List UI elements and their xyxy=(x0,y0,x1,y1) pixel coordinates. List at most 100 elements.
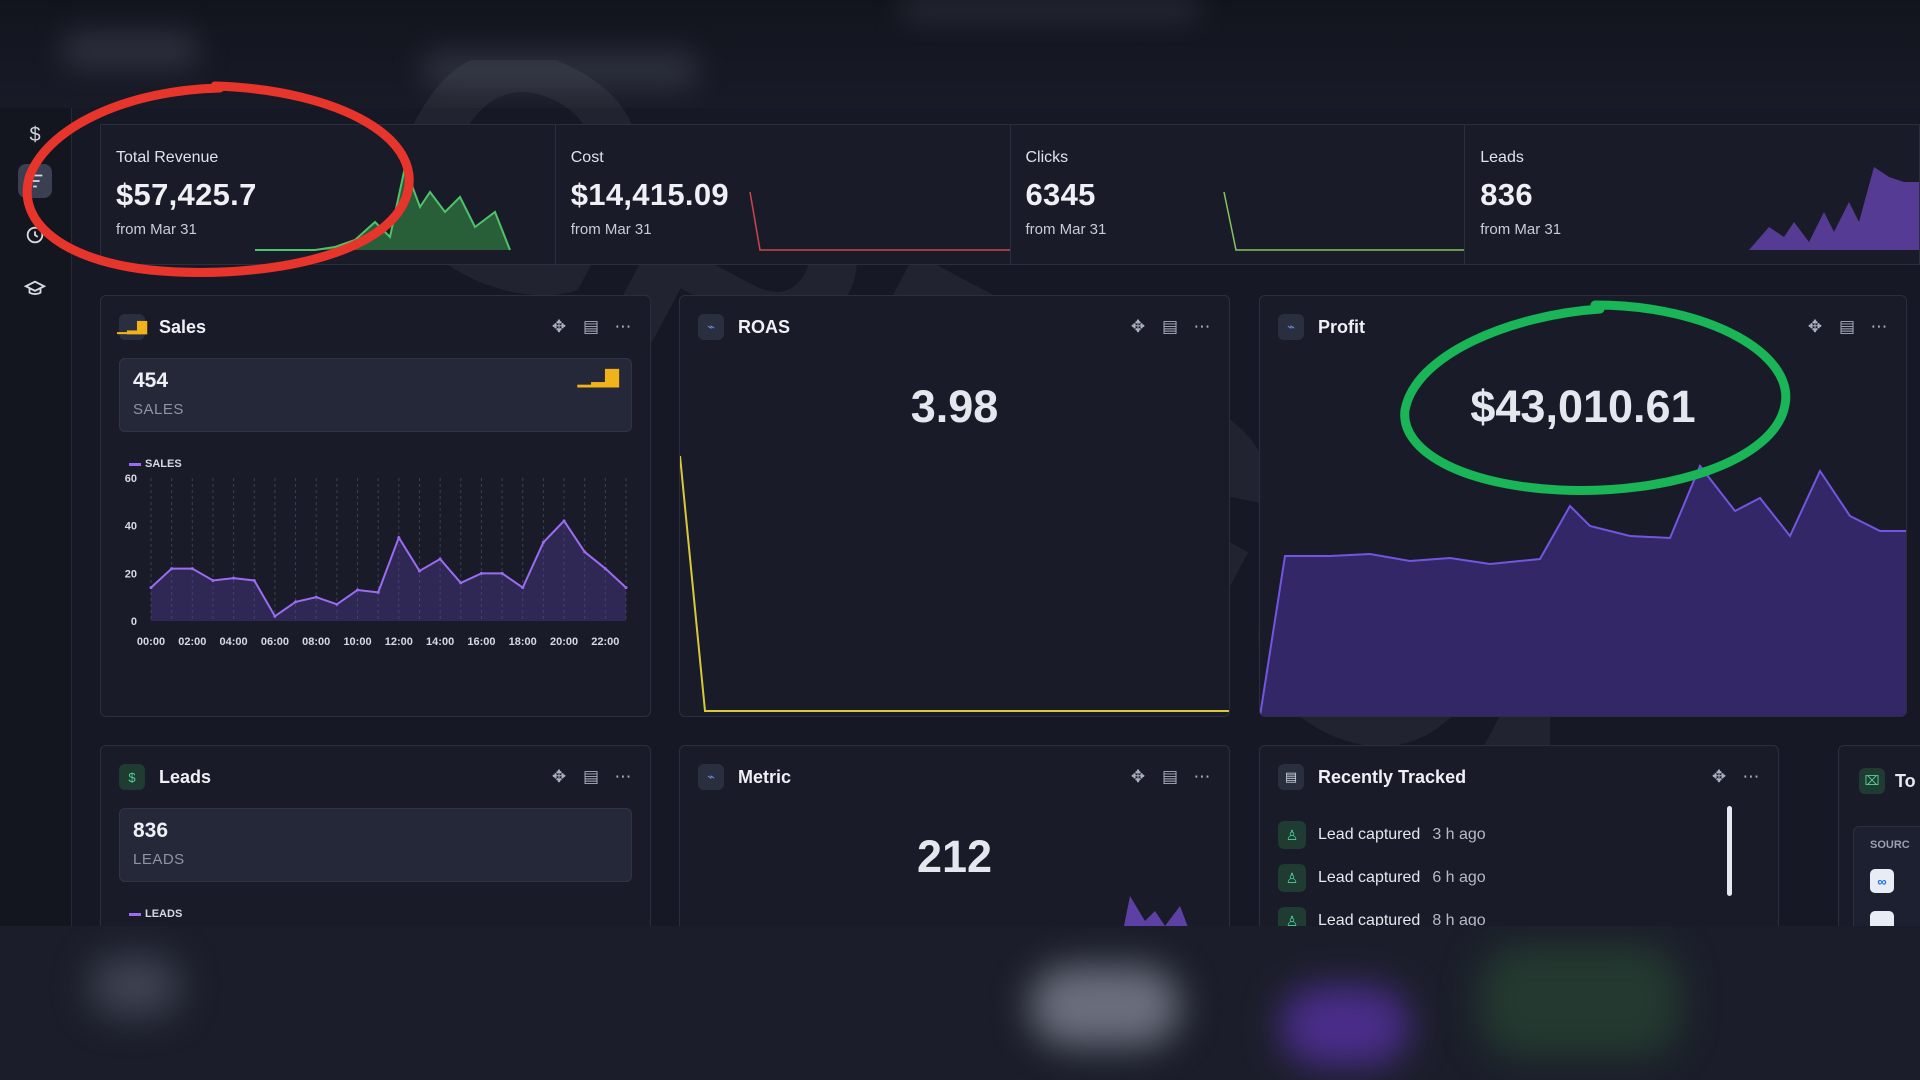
data-point xyxy=(624,586,628,590)
card-header: ▁▂▇ Sales ✥ ▤ ⋯ xyxy=(117,312,632,342)
data-point xyxy=(459,581,463,585)
roas-card: ⌁ ROAS ✥ ▤ ⋯ 3.98 xyxy=(679,295,1230,717)
document-icon[interactable]: ▤ xyxy=(582,767,600,787)
card-title: ROAS xyxy=(738,316,791,337)
move-icon[interactable]: ✥ xyxy=(1806,317,1824,337)
item-time: 6 h ago xyxy=(1432,869,1486,886)
document-icon[interactable]: ▤ xyxy=(582,317,600,337)
y-tick-label: 0 xyxy=(131,616,137,628)
data-point xyxy=(397,536,401,540)
data-point xyxy=(438,557,442,561)
sales-card: ▁▂▇ Sales ✥ ▤ ⋯ 454 SALES ▁▂▇ SALES 0 20 4… xyxy=(100,295,651,717)
list-item[interactable]: ♙ Lead captured 3 h ago xyxy=(1278,820,1486,850)
y-tick-label: 20 xyxy=(125,568,137,580)
x-tick-label: 02:00 xyxy=(178,636,206,648)
data-point xyxy=(417,569,421,573)
chart-legend: LEADS xyxy=(129,908,182,920)
blurred-footer xyxy=(0,926,1920,1080)
scrollbar[interactable] xyxy=(1727,806,1732,896)
x-tick-label: 12:00 xyxy=(385,636,413,648)
more-icon[interactable]: ⋯ xyxy=(1870,317,1888,337)
more-icon[interactable]: ⋯ xyxy=(1193,317,1211,337)
roas-value: 3.98 xyxy=(910,381,999,432)
metric-card: ⌁ Metric ✥ ▤ ⋯ 212 xyxy=(679,745,1230,945)
more-icon[interactable]: ⋯ xyxy=(614,317,632,337)
card-title: Sales xyxy=(159,316,207,337)
list-item[interactable]: ♙ Lead captured 6 h ago xyxy=(1278,863,1486,893)
data-point xyxy=(479,571,483,575)
item-time: 3 h ago xyxy=(1432,826,1486,843)
x-tick-label: 00:00 xyxy=(137,636,165,648)
data-point xyxy=(603,567,607,571)
leads-sparkline xyxy=(1749,167,1919,250)
bar-chart-icon: ▁▂▇ xyxy=(577,367,619,387)
stat-leads[interactable]: Leads 836 from Mar 31 xyxy=(1465,125,1920,264)
clicks-sparkline xyxy=(1223,191,1465,251)
data-point xyxy=(252,578,256,582)
blurred-nav xyxy=(900,0,1200,20)
data-point xyxy=(149,586,153,590)
data-point xyxy=(583,550,587,554)
move-icon[interactable]: ✥ xyxy=(550,767,568,787)
sales-line-chart: 0 20 40 60 00:00 02:00 04:00 06:00 08:00 10:00 12:… xyxy=(125,473,628,648)
card-title: Leads xyxy=(159,766,212,787)
data-point xyxy=(294,600,298,604)
chart-icon: ⌁ xyxy=(698,764,724,790)
move-icon[interactable]: ✥ xyxy=(550,317,568,337)
card-header: $ Leads ✥ ▤ ⋯ xyxy=(119,762,632,792)
chart-icon: ⌁ xyxy=(1278,314,1304,340)
data-point xyxy=(170,567,174,571)
more-icon[interactable]: ⋯ xyxy=(614,767,632,787)
metric-unit: SALES xyxy=(133,401,184,418)
blurred-element xyxy=(1030,966,1180,1046)
sales-area xyxy=(151,520,626,621)
leads-metric-box: 836 LEADS xyxy=(119,808,632,882)
leads-card: $ Leads ✥ ▤ ⋯ 836 LEADS LEADS xyxy=(100,745,651,945)
x-tick-label: 04:00 xyxy=(220,636,248,648)
card-header: ⌁ Metric ✥ ▤ ⋯ xyxy=(698,762,1211,792)
document-icon[interactable]: ▤ xyxy=(1838,317,1856,337)
data-point xyxy=(562,519,566,523)
blurred-title xyxy=(420,50,700,90)
move-icon[interactable]: ✥ xyxy=(1129,317,1147,337)
card-title: To xyxy=(1895,770,1916,791)
blurred-element xyxy=(1280,986,1410,1066)
stat-clicks[interactable]: Clicks 6345 from Mar 31 xyxy=(1011,125,1466,264)
x-tick-label: 06:00 xyxy=(261,636,289,648)
data-point xyxy=(211,578,215,582)
list-icon: ▤ xyxy=(1278,764,1304,790)
data-point xyxy=(541,540,545,544)
more-icon[interactable]: ⋯ xyxy=(1742,767,1760,787)
card-header: ⌁ ROAS ✥ ▤ ⋯ xyxy=(698,312,1211,342)
more-icon[interactable]: ⋯ xyxy=(1193,767,1211,787)
legend-label: LEADS xyxy=(145,908,183,920)
data-point xyxy=(376,590,380,594)
metric-unit: LEADS xyxy=(133,851,185,868)
data-point xyxy=(232,576,236,580)
y-tick-label: 40 xyxy=(125,521,137,533)
cost-sparkline xyxy=(748,191,1010,251)
move-icon[interactable]: ✥ xyxy=(1710,767,1728,787)
meta-logo-icon: ∞ xyxy=(1870,869,1894,893)
sales-metric-box: 454 SALES ▁▂▇ xyxy=(119,358,632,432)
data-point xyxy=(273,614,277,618)
card-title: Recently Tracked xyxy=(1318,766,1467,787)
document-icon[interactable]: ▤ xyxy=(1161,767,1179,787)
column-header: SOURC xyxy=(1870,839,1910,851)
x-tick-label: 16:00 xyxy=(467,636,495,648)
data-point xyxy=(314,595,318,599)
chart-icon: ⌁ xyxy=(698,314,724,340)
card-title: Metric xyxy=(738,766,792,787)
roas-line xyxy=(680,455,1229,712)
green-highlight-circle xyxy=(1400,300,1791,495)
y-tick-label: 60 xyxy=(125,473,137,485)
dollar-badge-icon: $ xyxy=(119,764,145,790)
presentation-icon: ⌧ xyxy=(1859,768,1885,794)
data-point xyxy=(356,588,360,592)
stat-cost[interactable]: Cost $14,415.09 from Mar 31 xyxy=(556,125,1011,264)
data-point xyxy=(335,602,339,606)
document-icon[interactable]: ▤ xyxy=(1161,317,1179,337)
item-text: Lead captured xyxy=(1318,869,1421,886)
move-icon[interactable]: ✥ xyxy=(1129,767,1147,787)
top-sources-card: ⌧ To SOURC ∞ xyxy=(1838,745,1920,945)
